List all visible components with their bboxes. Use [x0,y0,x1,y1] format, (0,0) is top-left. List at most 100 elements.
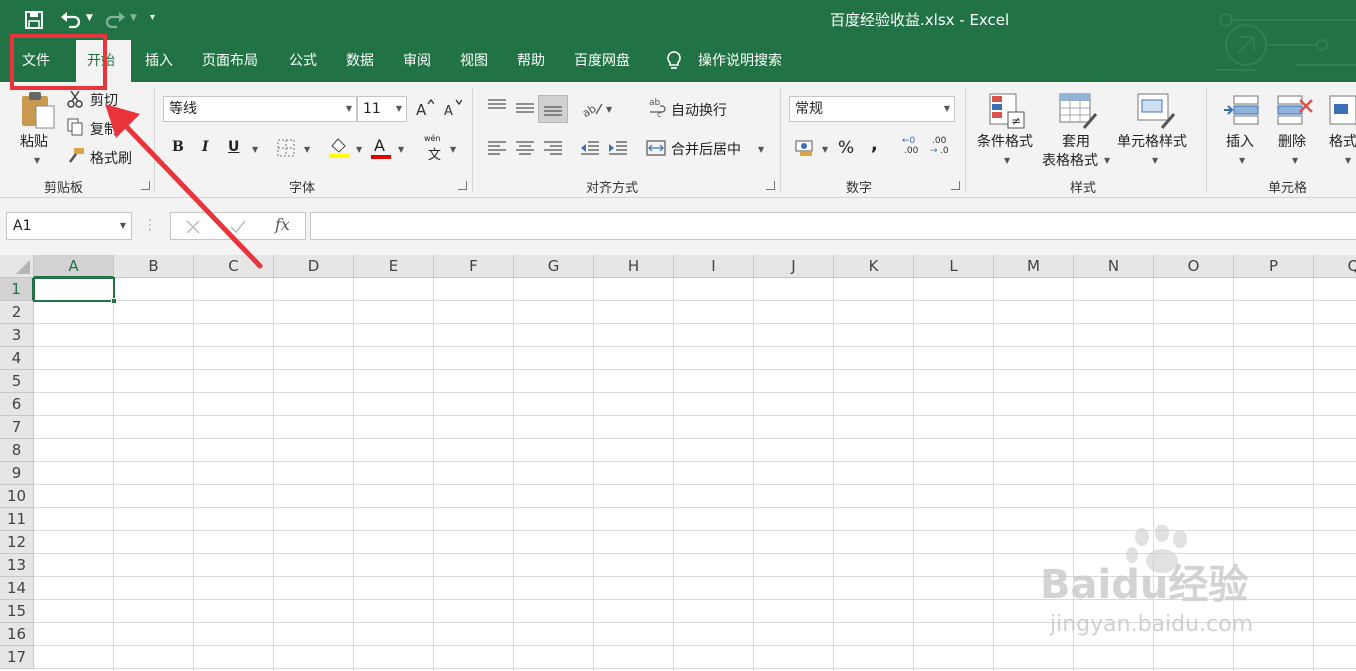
column-header[interactable]: I [674,255,754,278]
align-top-icon[interactable] [487,98,507,112]
font-family-select[interactable]: 等线 ▼ [163,96,357,122]
row-header[interactable]: 6 [0,393,34,416]
row-header[interactable]: 8 [0,439,34,462]
align-center-icon[interactable] [515,140,535,156]
tab-page-layout[interactable]: 页面布局 [202,40,258,82]
insert-cells-icon[interactable] [1222,92,1260,128]
row-header[interactable]: 7 [0,416,34,439]
column-header[interactable]: D [274,255,354,278]
tab-formulas[interactable]: 公式 [289,40,317,82]
format-painter-icon[interactable] [66,146,86,164]
tab-insert[interactable]: 插入 [145,40,173,82]
fill-color-icon[interactable] [328,136,350,158]
cell-styles-button[interactable]: 单元格样式 [1117,131,1187,151]
column-header[interactable]: M [994,255,1074,278]
row-header[interactable]: 4 [0,347,34,370]
paste-button[interactable]: 粘贴 [20,131,48,151]
column-header[interactable]: N [1074,255,1154,278]
column-header[interactable]: G [514,255,594,278]
redo-dropdown-icon[interactable]: ▼ [130,13,137,23]
conditional-dropdown-icon[interactable]: ▼ [1004,156,1010,165]
enter-check-icon[interactable] [229,219,247,235]
format-as-table-button[interactable]: 表格格式 [1042,150,1098,170]
row-header[interactable]: 16 [0,623,34,646]
increase-decimal-button[interactable]: ←0 .00 [902,136,924,158]
tab-baidu-netdisk[interactable]: 百度网盘 [574,40,630,82]
paste-icon[interactable] [20,90,58,130]
row-header[interactable]: 14 [0,577,34,600]
font-color-button[interactable]: A [374,136,385,155]
cut-button[interactable]: 剪切 [90,90,118,110]
border-icon[interactable] [276,139,296,157]
row-header[interactable]: 1 [0,278,34,301]
tell-me-search[interactable]: 操作说明搜索 [698,40,782,82]
comma-button[interactable]: , [871,134,878,155]
underline-button[interactable]: U [228,139,239,155]
row-header[interactable]: 11 [0,508,34,531]
scissors-icon[interactable] [66,90,84,108]
column-header[interactable]: A [34,255,114,278]
column-header[interactable]: B [114,255,194,278]
fill-color-dropdown-icon[interactable]: ▼ [356,145,362,154]
conditional-formatting-icon[interactable]: ≠ [988,92,1026,130]
tab-home[interactable]: 开始 [76,40,131,82]
copy-icon[interactable] [66,118,84,136]
delete-dropdown-icon[interactable]: ▼ [1292,156,1298,165]
column-header[interactable]: H [594,255,674,278]
formula-bar-splitter[interactable]: · · · [148,214,152,236]
column-header[interactable]: Q [1314,255,1356,278]
format-painter-button[interactable]: 格式刷 [90,148,132,168]
number-launcher-icon[interactable] [951,181,960,190]
select-all-button[interactable] [0,255,34,278]
tab-review[interactable]: 审阅 [403,40,431,82]
name-box[interactable]: A1 ▼ [6,212,132,240]
copy-button[interactable]: 复制 [90,119,118,139]
phonetic-dropdown-icon[interactable]: ▼ [450,145,456,154]
clipboard-launcher-icon[interactable] [141,181,150,190]
font-launcher-icon[interactable] [458,181,467,190]
column-header[interactable]: J [754,255,834,278]
increase-indent-icon[interactable] [608,140,628,156]
cancel-icon[interactable] [185,219,201,235]
align-right-icon[interactable] [543,140,563,156]
align-left-icon[interactable] [487,140,507,156]
orientation-dropdown-icon[interactable]: ▼ [606,105,612,114]
format-dropdown-icon[interactable]: ▼ [1345,156,1351,165]
underline-dropdown-icon[interactable]: ▼ [252,145,258,154]
number-format-select[interactable]: 常规 ▼ [789,96,955,122]
undo-dropdown-icon[interactable]: ▼ [86,13,93,23]
row-header[interactable]: 5 [0,370,34,393]
active-cell[interactable] [33,277,115,302]
row-header[interactable]: 13 [0,554,34,577]
column-header[interactable]: F [434,255,514,278]
customize-qat-icon[interactable]: ▾ [150,12,155,23]
undo-icon[interactable] [60,10,82,30]
column-header[interactable]: P [1234,255,1314,278]
row-header[interactable]: 2 [0,301,34,324]
phonetic-button[interactable]: 文 [428,144,441,163]
conditional-formatting-button[interactable]: 条件格式 [977,131,1033,151]
row-header[interactable]: 10 [0,485,34,508]
insert-dropdown-icon[interactable]: ▼ [1239,156,1245,165]
decrease-font-size-icon[interactable]: A [442,98,462,118]
formula-input[interactable] [310,212,1356,240]
merge-dropdown-icon[interactable]: ▼ [758,145,764,154]
format-table-dropdown-icon[interactable]: ▼ [1104,156,1110,165]
align-middle-icon[interactable] [515,102,535,116]
row-header[interactable]: 15 [0,600,34,623]
tab-file[interactable]: 文件 [22,40,50,82]
row-header[interactable]: 17 [0,646,34,669]
cell-styles-dropdown-icon[interactable]: ▼ [1152,156,1158,165]
decrease-decimal-button[interactable]: .00 → .0 [930,136,952,158]
row-header[interactable]: 3 [0,324,34,347]
insert-cells-button[interactable]: 插入 [1226,131,1254,151]
column-header[interactable]: E [354,255,434,278]
border-dropdown-icon[interactable]: ▼ [304,145,310,154]
column-header[interactable]: C [194,255,274,278]
format-cells-icon[interactable] [1328,92,1356,128]
italic-button[interactable]: I [202,139,209,155]
row-header[interactable]: 12 [0,531,34,554]
column-header[interactable]: L [914,255,994,278]
column-header[interactable]: O [1154,255,1234,278]
cell-styles-icon[interactable] [1136,92,1176,130]
